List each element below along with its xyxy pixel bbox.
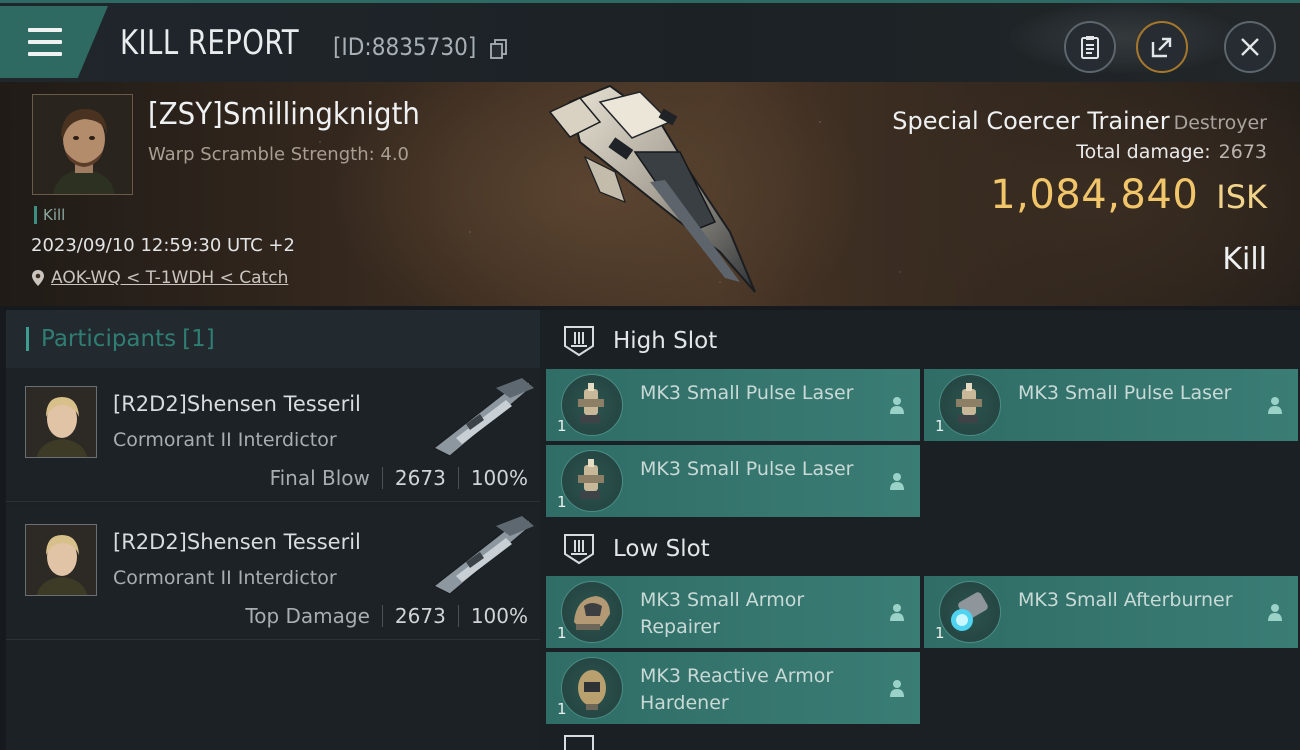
page-title: KILL REPORT xyxy=(120,23,300,63)
location-text: AOK-WQ < T-1WDH < Catch xyxy=(51,268,289,288)
ship-name-text: Special Coercer Trainer xyxy=(892,107,1170,135)
armor-repairer-icon xyxy=(574,596,610,630)
pulse-laser-icon xyxy=(956,383,982,423)
participant-card[interactable]: [R2D2]Shensen Tesseril Cormorant II Inte… xyxy=(6,506,540,640)
participants-header[interactable]: Participants [1] xyxy=(6,310,540,368)
pilot-icon xyxy=(890,473,904,490)
module-qty: 1 xyxy=(935,624,945,642)
pulse-laser-icon xyxy=(578,459,604,499)
participant-name: [R2D2]Shensen Tesseril xyxy=(113,530,361,554)
module-qty: 1 xyxy=(557,700,567,718)
isk-unit: ISK xyxy=(1216,178,1267,216)
participant-stats: Final Blow 2673 100% xyxy=(270,466,528,490)
module-card[interactable]: 1 MK3 Small Afterburner xyxy=(924,576,1298,648)
header-decoration xyxy=(1010,3,1240,73)
module-qty: 1 xyxy=(557,417,567,435)
victim-ship-name: Special Coercer Trainer Destroyer xyxy=(892,107,1267,135)
total-damage-label: Total damage: xyxy=(1076,141,1211,163)
menu-button[interactable] xyxy=(0,6,108,78)
pulse-laser-icon xyxy=(578,383,604,423)
fitting-panel: High Slot 1 MK3 Small Pulse Laser 1 MK3 … xyxy=(540,310,1300,750)
copy-icon[interactable] xyxy=(490,39,508,59)
pilot-icon xyxy=(1268,604,1282,621)
isk-value: 1,084,840 ISK xyxy=(990,172,1267,218)
total-damage: Total damage: 2673 xyxy=(1076,141,1267,163)
participant-role: Top Damage xyxy=(245,604,370,628)
total-damage-value: 2673 xyxy=(1218,141,1267,163)
module-qty: 1 xyxy=(935,417,945,435)
module-card[interactable]: 1 MK3 Small Pulse Laser xyxy=(924,369,1298,441)
next-slot-header xyxy=(548,730,1300,750)
module-name: MK3 Small Afterburner xyxy=(1018,589,1233,611)
participant-damage: 2673 xyxy=(394,604,446,628)
close-button[interactable] xyxy=(1224,21,1276,73)
victim-portrait[interactable] xyxy=(32,94,133,195)
module-name: MK3 Small Armor Repairer xyxy=(640,589,805,638)
kill-result: Kill xyxy=(1222,242,1267,277)
module-card[interactable]: 1 MK3 Small Armor Repairer xyxy=(546,576,920,648)
report-id: [ID:8835730] xyxy=(333,33,477,61)
low-slot-label: Low Slot xyxy=(613,536,710,562)
isk-amount: 1,084,840 xyxy=(990,172,1199,218)
victim-ship-image xyxy=(548,84,756,293)
module-qty: 1 xyxy=(557,493,567,511)
module-name: MK3 Reactive Armor Hardener xyxy=(640,665,834,714)
clipboard-icon xyxy=(1081,36,1099,59)
participant-stats: Top Damage 2673 100% xyxy=(245,604,528,628)
participant-avatar xyxy=(25,524,97,596)
pilot-icon xyxy=(890,397,904,414)
mid-slot-icon xyxy=(564,735,594,750)
pilot-portrait-image xyxy=(33,95,132,194)
warp-scramble-strength: Warp Scramble Strength: 4.0 xyxy=(148,144,410,165)
victim-name[interactable]: [ZSY]Smillingknigth xyxy=(148,97,420,132)
close-icon xyxy=(1241,38,1259,56)
participant-ship: Cormorant II Interdictor xyxy=(113,429,337,451)
participants-label: Participants xyxy=(41,326,177,352)
location-pin-icon xyxy=(32,270,44,286)
participant-damage: 2673 xyxy=(394,466,446,490)
participant-ship: Cormorant II Interdictor xyxy=(113,567,337,589)
participant-percent: 100% xyxy=(470,466,528,490)
participant-percent: 100% xyxy=(470,604,528,628)
module-qty: 1 xyxy=(557,624,567,642)
high-slot-icon xyxy=(564,326,594,357)
afterburner-icon xyxy=(951,592,988,631)
pilot-icon xyxy=(890,680,904,697)
participant-role: Final Blow xyxy=(269,466,370,490)
kill-datetime: 2023/09/10 12:59:30 UTC +2 xyxy=(31,235,295,256)
share-button[interactable] xyxy=(1136,21,1188,73)
participant-ship-image xyxy=(432,378,534,457)
module-card[interactable]: 1 MK3 Small Pulse Laser xyxy=(546,369,920,441)
clipboard-button[interactable] xyxy=(1064,21,1116,73)
victim-banner: [ZSY]Smillingknigth Warp Scramble Streng… xyxy=(0,82,1300,306)
kill-location-link[interactable]: AOK-WQ < T-1WDH < Catch xyxy=(31,268,288,288)
participant-card[interactable]: [R2D2]Shensen Tesseril Cormorant II Inte… xyxy=(6,368,540,502)
pilot-icon xyxy=(1268,397,1282,414)
module-card[interactable]: 1 MK3 Small Pulse Laser xyxy=(546,445,920,517)
module-name: MK3 Small Pulse Laser xyxy=(1018,382,1232,404)
ship-class: Destroyer xyxy=(1173,112,1267,134)
menu-icon xyxy=(28,28,62,56)
pilot-icon xyxy=(890,604,904,621)
high-slot-header: High Slot xyxy=(548,310,1300,372)
low-slot-header: Low Slot xyxy=(548,518,1300,580)
module-name: MK3 Small Pulse Laser xyxy=(640,382,854,404)
module-card[interactable]: 1 MK3 Reactive Armor Hardener xyxy=(546,652,920,724)
low-slot-icon xyxy=(564,534,594,565)
module-name: MK3 Small Pulse Laser xyxy=(640,458,854,480)
participant-avatar xyxy=(25,386,97,458)
high-slot-label: High Slot xyxy=(613,328,718,354)
share-icon xyxy=(1151,37,1172,58)
participants-count: [1] xyxy=(182,326,215,352)
participants-panel: Participants [1] [R2D2]Shensen Tesseril … xyxy=(6,310,540,750)
armor-hardener-icon xyxy=(578,670,606,710)
participant-name: [R2D2]Shensen Tesseril xyxy=(113,392,361,416)
kill-tag: Kill xyxy=(34,206,65,224)
header-bar: KILL REPORT [ID:8835730] xyxy=(0,0,1300,82)
participant-ship-image xyxy=(432,516,534,595)
